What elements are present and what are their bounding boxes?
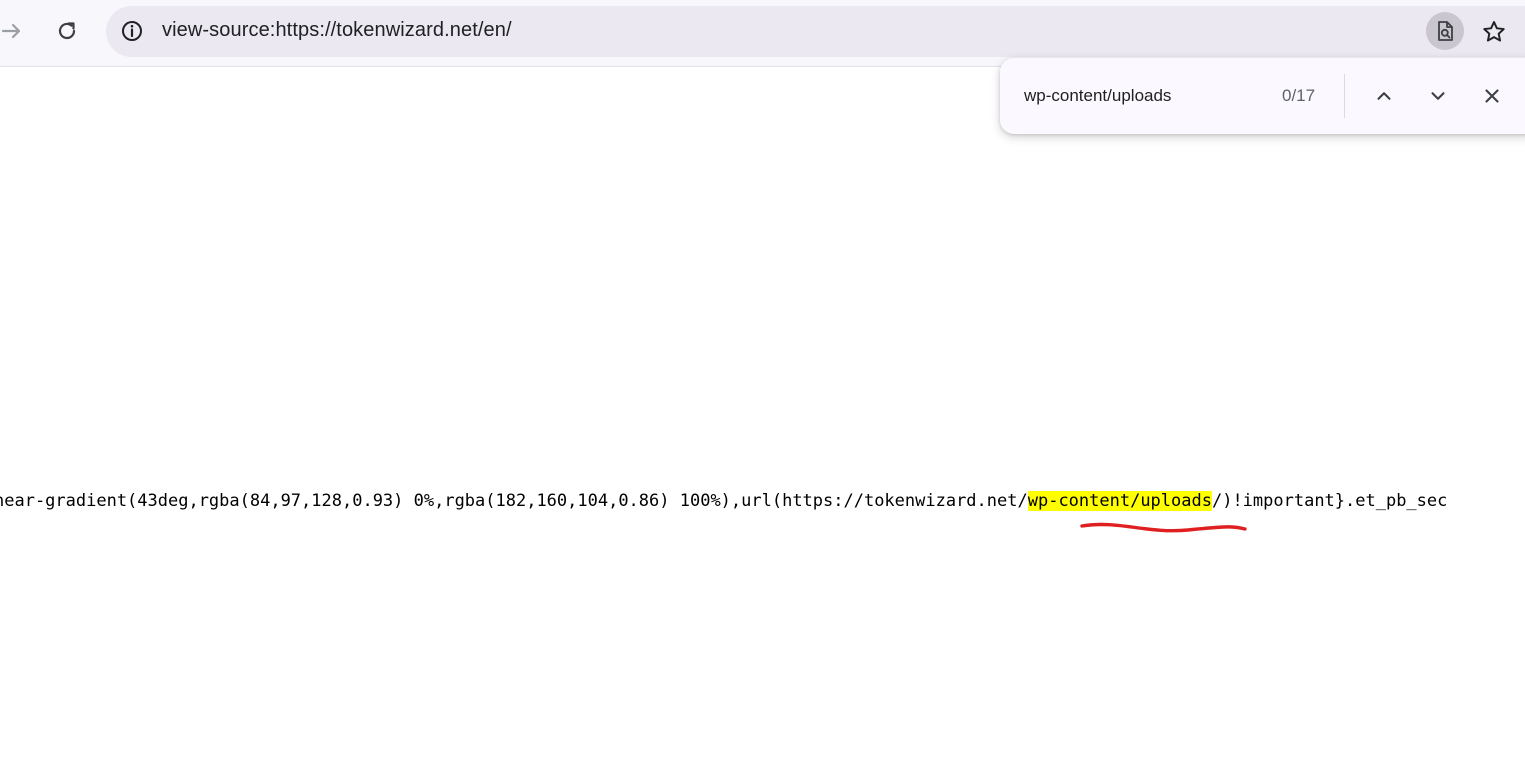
chevron-up-icon <box>1377 92 1391 100</box>
find-next-button[interactable] <box>1420 78 1456 114</box>
info-icon <box>122 21 142 41</box>
view-source-button[interactable] <box>1426 12 1464 50</box>
find-divider <box>1344 74 1345 118</box>
browser-toolbar: view-source:https://tokenwizard.net/en/ <box>0 0 1525 67</box>
red-underline-annotation <box>1080 522 1247 533</box>
url-text[interactable]: view-source:https://tokenwizard.net/en/ <box>162 19 512 42</box>
find-input[interactable] <box>1024 84 1264 108</box>
source-text-before: near-gradient(43deg,rgba(84,97,128,0.93)… <box>0 491 1028 511</box>
arrow-right-icon <box>1 23 21 39</box>
find-match-count: 0/17 <box>1282 86 1316 105</box>
document-search-icon <box>1438 21 1453 41</box>
close-icon <box>1485 89 1499 103</box>
forward-button[interactable] <box>0 13 30 49</box>
reload-icon <box>58 22 76 40</box>
source-text-after: /)!important}.et_pb_sec <box>1211 491 1448 511</box>
search-match-highlight: wp-content/uploads <box>1027 491 1212 511</box>
chevron-down-icon <box>1431 92 1445 100</box>
star-icon <box>1483 21 1505 42</box>
find-bar: 0/17 <box>1000 58 1525 134</box>
site-info-button[interactable] <box>115 14 149 48</box>
find-close-button[interactable] <box>1474 78 1510 114</box>
bookmark-button[interactable] <box>1476 14 1512 50</box>
source-code-line: near-gradient(43deg,rgba(84,97,128,0.93)… <box>0 490 1447 512</box>
reload-button[interactable] <box>49 13 85 49</box>
address-bar[interactable]: view-source:https://tokenwizard.net/en/ <box>106 6 1525 57</box>
find-previous-button[interactable] <box>1366 78 1402 114</box>
